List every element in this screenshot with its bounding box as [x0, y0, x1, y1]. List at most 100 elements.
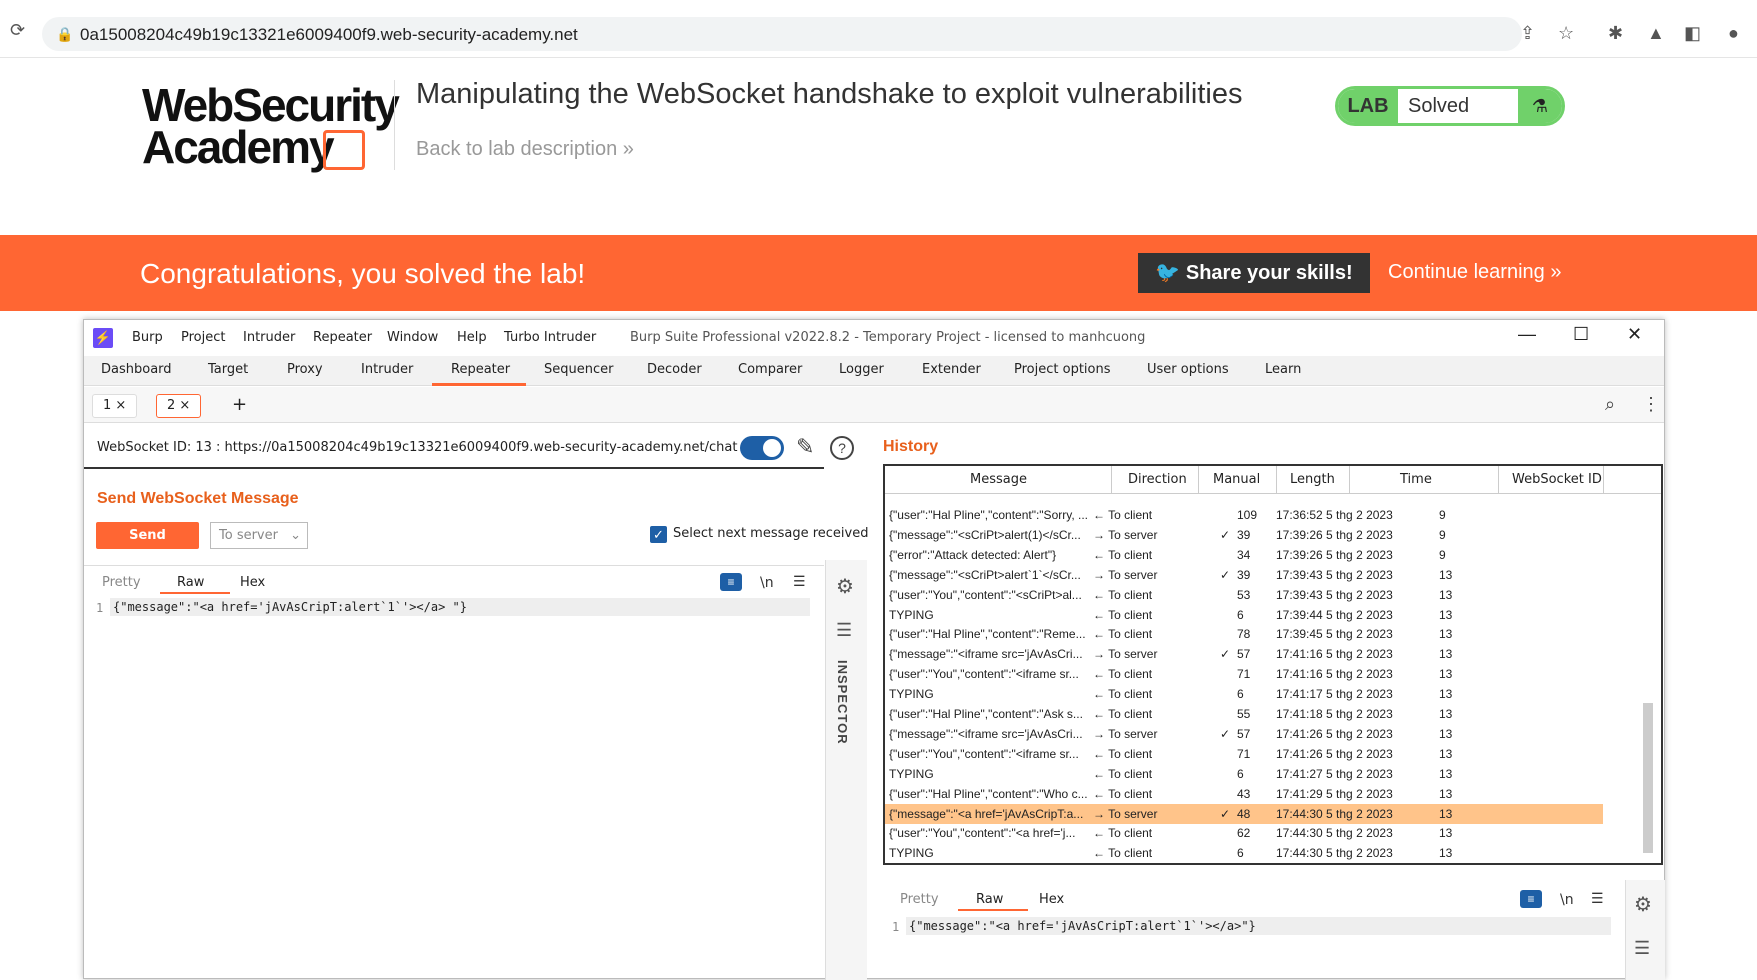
profile-icon[interactable]: ●	[1728, 24, 1739, 42]
menu-turbo-intruder[interactable]: Turbo Intruder	[504, 330, 596, 345]
table-row[interactable]: {"message":"<sCriPt>alert(1)</sCr... → To…	[885, 525, 1603, 545]
menu-icon[interactable]: ☰	[793, 573, 806, 590]
gear-icon[interactable]: ⚙	[1634, 892, 1652, 917]
menu-icon[interactable]: ☰	[1591, 890, 1604, 907]
response-tab-pretty[interactable]: Pretty	[900, 892, 939, 907]
tab-proxy[interactable]: Proxy	[287, 362, 323, 377]
search-icon[interactable]: ⌕	[1605, 394, 1615, 415]
repeater-tab-2[interactable]: 2 ×	[156, 394, 202, 418]
gear-icon[interactable]: ⚙	[836, 574, 854, 599]
tab-repeater[interactable]: Repeater	[451, 362, 510, 377]
editor-tab-raw[interactable]: Raw	[177, 575, 204, 590]
continue-learning-link[interactable]: Continue learning »	[1388, 261, 1561, 284]
cell-man: ✓	[1219, 726, 1231, 741]
cell-time: 17:39:43 5 thg 2 2023	[1276, 567, 1393, 582]
tab-dashboard[interactable]: Dashboard	[101, 362, 172, 377]
inspector-label[interactable]: INSPECTOR	[835, 660, 850, 745]
help-icon[interactable]: ?	[830, 436, 854, 460]
table-row[interactable]: {"message":"<iframe src='jAvAsCri... → To…	[885, 724, 1603, 744]
table-row[interactable]: {"user":"You","content":"<a href='j... ← …	[885, 823, 1603, 843]
col-websocket-id[interactable]: WebSocket ID	[1512, 472, 1602, 487]
cell-msg: {"user":"Hal Pline","content":"Reme...	[889, 627, 1086, 642]
send-message-title: Send WebSocket Message	[97, 490, 299, 507]
bookmark-star-icon[interactable]: ☆	[1558, 24, 1574, 42]
logo-academy[interactable]: Academy	[142, 124, 335, 170]
cell-id: 13	[1439, 627, 1453, 642]
direction-select[interactable]: To server ⌄	[210, 522, 308, 549]
newline-toggle[interactable]: \n	[1560, 892, 1574, 908]
repeater-tab-1[interactable]: 1 ×	[92, 394, 138, 418]
newline-toggle[interactable]: \n	[760, 575, 774, 591]
response-code[interactable]: {"message":"<a href='jAvAsCripT:alert`1`…	[906, 917, 1611, 935]
share-icon[interactable]: ⇪	[1520, 24, 1535, 42]
back-to-lab-link[interactable]: Back to lab description »	[416, 138, 634, 161]
table-row[interactable]: {"user":"You","content":"<sCriPt>al... ← …	[885, 585, 1603, 605]
tab-sequencer[interactable]: Sequencer	[544, 362, 613, 377]
menu-project[interactable]: Project	[181, 330, 225, 345]
menu-window[interactable]: Window	[387, 330, 438, 345]
editor-tab-pretty[interactable]: Pretty	[102, 575, 141, 590]
table-row[interactable]: TYPING ← To client 6 17:41:27 5 thg 2 2023 1…	[885, 764, 1603, 784]
tab-intruder[interactable]: Intruder	[361, 362, 413, 377]
reload-icon[interactable]: ⟳	[10, 21, 28, 39]
response-tab-hex[interactable]: Hex	[1039, 892, 1064, 907]
table-row[interactable]: {"user":"Hal Pline","content":"Who c... ←…	[885, 784, 1603, 804]
table-row[interactable]: {"message":"<iframe src='jAvAsCri... → To…	[885, 644, 1603, 664]
editor-tab-hex[interactable]: Hex	[240, 575, 265, 590]
add-tab-button[interactable]: +	[222, 394, 257, 418]
minimize-icon[interactable]: —	[1518, 324, 1536, 345]
menu-repeater[interactable]: Repeater	[313, 330, 372, 345]
message-code[interactable]: {"message":"<a href='jAvAsCripT:alert`1`…	[110, 598, 810, 616]
lines-icon[interactable]: ☰	[836, 620, 852, 641]
extensions-icon[interactable]: ✱	[1608, 24, 1623, 42]
cell-msg: {"user":"You","content":"<iframe sr...	[889, 746, 1079, 761]
maximize-icon[interactable]: ☐	[1573, 324, 1589, 345]
table-row[interactable]: {"message":"<sCriPt>alert`1`</sCr... → To…	[885, 565, 1603, 585]
edit-pencil-icon[interactable]: ✎	[796, 434, 814, 460]
table-row[interactable]: {"user":"You","content":"<iframe sr... ← …	[885, 664, 1603, 684]
flask-icon[interactable]: ▲	[1647, 24, 1665, 42]
table-row[interactable]: TYPING ← To client 6 17:39:44 5 thg 2 2023 1…	[885, 605, 1603, 625]
lock-icon[interactable]: 🔒	[56, 26, 73, 43]
lines-icon[interactable]: ☰	[1634, 938, 1650, 959]
menu-intruder[interactable]: Intruder	[243, 330, 295, 345]
table-row[interactable]: TYPING ← To client 6 17:41:17 5 thg 2 2023 1…	[885, 684, 1603, 704]
tab-project-options[interactable]: Project options	[1014, 362, 1111, 377]
menu-burp[interactable]: Burp	[132, 330, 163, 345]
wrap-icon[interactable]: ≡	[1520, 890, 1542, 908]
tab-decoder[interactable]: Decoder	[647, 362, 702, 377]
table-row[interactable]: TYPING ← To client 6 17:44:30 5 thg 2 2023 1…	[885, 843, 1603, 863]
intercept-toggle[interactable]	[740, 436, 784, 460]
table-row[interactable]: {"user":"Hal Pline","content":"Reme... ← …	[885, 624, 1603, 644]
side-panel-icon[interactable]: ◧	[1684, 24, 1701, 42]
col-length[interactable]: Length	[1290, 472, 1335, 487]
more-options-icon[interactable]: ⋮	[1642, 394, 1660, 415]
table-row[interactable]: {"error":"Attack detected: Alert"} ← To c…	[885, 545, 1603, 565]
share-skills-button[interactable]: 🐦 Share your skills!	[1138, 253, 1370, 293]
table-row[interactable]: {"user":"Hal Pline","content":"Sorry, ..…	[885, 505, 1603, 525]
col-direction[interactable]: Direction	[1128, 472, 1187, 487]
tab-extender[interactable]: Extender	[922, 362, 981, 377]
tab-logger[interactable]: Logger	[839, 362, 884, 377]
history-scrollbar[interactable]	[1643, 703, 1653, 853]
close-icon[interactable]: ✕	[1627, 324, 1642, 345]
col-manual[interactable]: Manual	[1213, 472, 1260, 487]
wrap-icon[interactable]: ≡	[720, 573, 742, 591]
col-message[interactable]: Message	[970, 472, 1027, 487]
send-button[interactable]: Send	[96, 522, 199, 549]
tab-learn[interactable]: Learn	[1265, 362, 1301, 377]
tab-user-options[interactable]: User options	[1147, 362, 1229, 377]
response-tab-raw[interactable]: Raw	[976, 892, 1003, 907]
table-row[interactable]: {"message":"<a href='jAvAsCripT:a... → To…	[885, 803, 1603, 824]
table-row[interactable]: {"user":"Hal Pline","content":"Ask s... ←…	[885, 704, 1603, 724]
table-row[interactable]: {"user":"You","content":"<iframe sr... ← …	[885, 744, 1603, 764]
url-text[interactable]: 0a15008204c49b19c13321e6009400f9.web-sec…	[80, 25, 578, 45]
tab-comparer[interactable]: Comparer	[738, 362, 802, 377]
select-next-checkbox[interactable]: ✓	[650, 526, 667, 543]
col-time[interactable]: Time	[1400, 472, 1432, 487]
flask-icon: ⚗	[1518, 89, 1562, 123]
message-editor[interactable]	[84, 597, 824, 967]
tab-target[interactable]: Target	[208, 362, 248, 377]
cell-dir: ← To client	[1093, 786, 1153, 801]
menu-help[interactable]: Help	[457, 330, 487, 345]
